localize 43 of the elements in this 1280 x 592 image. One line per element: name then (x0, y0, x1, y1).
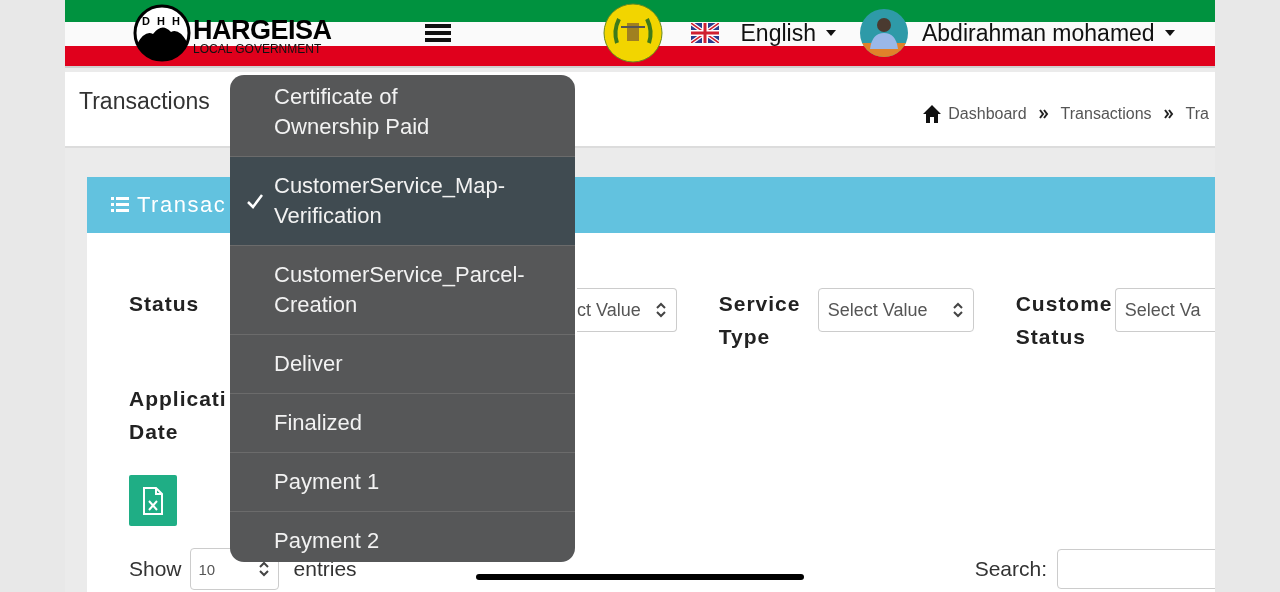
menu-icon (424, 23, 451, 43)
dropdown-option[interactable]: CustomerService_Parcel- Creation (230, 246, 575, 335)
search-label: Search: (974, 557, 1047, 581)
chevron-icon (951, 301, 964, 319)
page-title: Transactions (79, 88, 210, 115)
emblem-icon (602, 3, 663, 63)
filter-label: Custome Status (1015, 291, 1114, 350)
double-chevron-icon (1163, 108, 1174, 120)
excel-export-button[interactable] (129, 475, 177, 526)
flag-icon (690, 23, 719, 43)
breadcrumb-link[interactable]: Tra (1185, 105, 1209, 123)
home-icon (922, 104, 943, 124)
mountain-logo-icon (133, 4, 191, 62)
select-field[interactable]: Select Va (1114, 288, 1215, 332)
dropdown-option[interactable]: Deliver (230, 335, 575, 394)
filter-label: Applicati Date (129, 386, 228, 445)
dropdown-option[interactable]: Payment 1 (230, 453, 575, 512)
logo-letters: D H H (142, 15, 182, 27)
logo-subtitle: LOCAL GOVERNMENT (193, 42, 323, 56)
search-field[interactable] (1057, 549, 1215, 589)
dropdown-option[interactable]: CustomerService_Map- Verification (230, 157, 575, 246)
double-chevron-icon (1038, 108, 1049, 120)
dropdown-option[interactable]: Finalized (230, 394, 575, 453)
menu-button[interactable] (424, 23, 451, 43)
language-dropdown[interactable]: English (740, 19, 836, 47)
user-menu[interactable]: Abdirahman mohamed (921, 19, 1175, 47)
select-field[interactable]: ct Value (577, 288, 677, 332)
spreadsheet-file-icon (142, 486, 164, 515)
caret-icon (1164, 30, 1175, 36)
list-icon (111, 197, 129, 213)
breadcrumb-link[interactable]: Dashboard (948, 105, 1027, 123)
logo-title: HARGEISA (193, 16, 332, 43)
avatar (859, 9, 908, 57)
card-title: Transac (137, 192, 227, 218)
show-label: Show (129, 557, 182, 581)
filter-label: Status (129, 291, 201, 317)
select-field[interactable]: Select Value (817, 288, 974, 332)
caret-icon (825, 30, 836, 36)
checkmark-icon (246, 193, 264, 209)
chevron-icon (257, 560, 270, 578)
breadcrumb-link[interactable]: Transactions (1060, 105, 1152, 123)
chevron-icon (654, 301, 667, 319)
filter-label: Service Type (718, 291, 802, 350)
